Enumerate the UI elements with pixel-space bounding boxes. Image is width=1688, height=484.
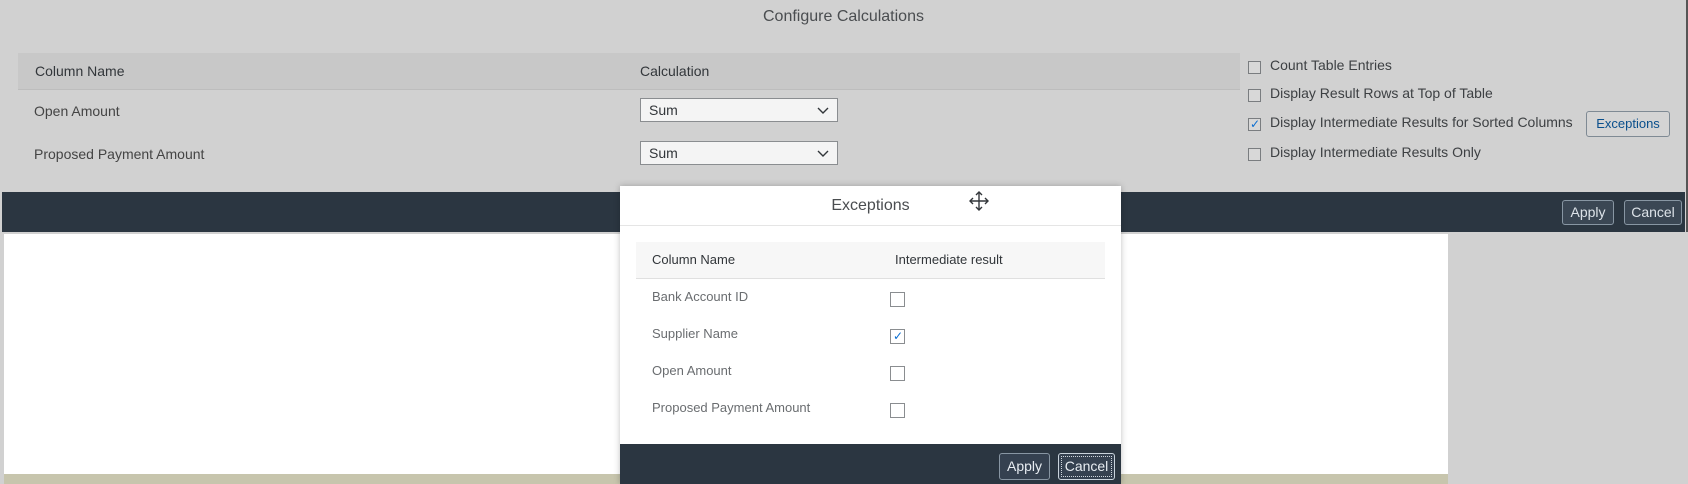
cancel-button[interactable]: Cancel <box>1624 200 1682 225</box>
intermediate-result-checkbox[interactable]: ✓ <box>890 329 905 344</box>
calculation-select-value: Sum <box>649 145 678 161</box>
calculations-table-header: Column Name Calculation <box>18 53 1240 90</box>
apply-button[interactable]: Apply <box>999 453 1050 480</box>
calculation-select[interactable]: Sum <box>640 98 838 122</box>
calculation-header: Calculation <box>640 63 710 79</box>
exceptions-row-label: Bank Account ID <box>652 289 749 304</box>
intermediate-result-checkbox[interactable] <box>890 292 905 307</box>
apply-button[interactable]: Apply <box>1562 200 1614 225</box>
chevron-down-icon <box>817 150 829 157</box>
intermediate-sorted-checkbox[interactable]: ✓ <box>1248 117 1261 131</box>
calculation-select-value: Sum <box>649 102 678 118</box>
dialog-title: Configure Calculations <box>763 8 924 25</box>
exceptions-dialog: Exceptions Column Name Intermediate resu… <box>620 186 1121 484</box>
checkmark-icon: ✓ <box>893 329 904 343</box>
calc-row-label: Open Amount <box>34 103 120 119</box>
option-label: Display Result Rows at Top of Table <box>1270 85 1493 101</box>
checkmark-icon: ✓ <box>1250 117 1261 131</box>
exceptions-dialog-footer: Apply Cancel <box>620 444 1121 484</box>
calc-row-label: Proposed Payment Amount <box>34 146 205 162</box>
chevron-down-icon <box>817 107 829 114</box>
exceptions-row-label: Supplier Name <box>652 326 738 341</box>
column-name-header: Column Name <box>35 63 125 79</box>
intermediate-result-checkbox[interactable] <box>890 403 905 418</box>
result-rows-top-checkbox[interactable] <box>1248 89 1261 102</box>
intermediate-result-header: Intermediate result <box>895 252 1003 267</box>
exceptions-button[interactable]: Exceptions <box>1586 111 1670 137</box>
move-icon[interactable] <box>967 189 991 213</box>
exceptions-row-label: Open Amount <box>652 363 732 378</box>
dialog-title: Exceptions <box>620 186 1121 226</box>
intermediate-result-checkbox[interactable] <box>890 366 905 381</box>
exceptions-table-header: Column Name Intermediate result <box>636 242 1105 279</box>
option-label: Display Intermediate Results Only <box>1270 144 1481 160</box>
option-label: Display Intermediate Results for Sorted … <box>1270 114 1573 130</box>
option-label: Count Table Entries <box>1270 57 1392 73</box>
column-name-header: Column Name <box>652 252 736 267</box>
calculation-select[interactable]: Sum <box>640 141 838 165</box>
intermediate-only-checkbox[interactable] <box>1248 148 1261 161</box>
cancel-button[interactable]: Cancel <box>1058 453 1115 480</box>
exceptions-row-label: Proposed Payment Amount <box>652 400 811 415</box>
count-table-entries-checkbox[interactable] <box>1248 61 1261 74</box>
